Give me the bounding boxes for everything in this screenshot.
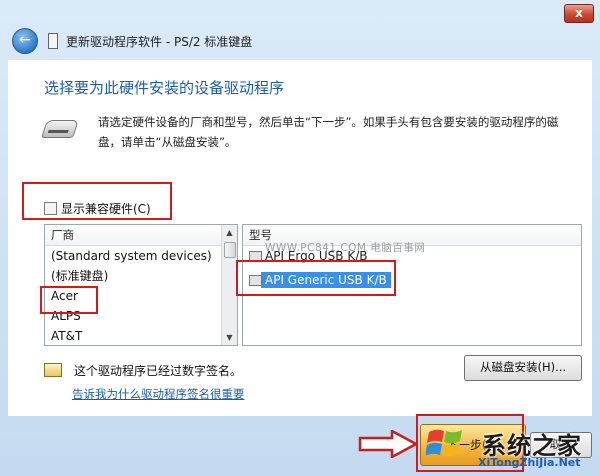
windows-logo-icon (426, 429, 462, 457)
list-item[interactable]: (Standard system devices) (45, 246, 237, 266)
highlight-box-model (236, 260, 396, 296)
wizard-titlebar: ← 更新驱动程序软件 - PS/2 标准键盘 (8, 26, 592, 58)
back-arrow-icon: ← (19, 32, 31, 48)
window-title: 更新驱动程序软件 - PS/2 标准键盘 (66, 35, 253, 49)
signature-row: 这个驱动程序已经过数字签名。 (44, 362, 242, 379)
list-item[interactable]: AT&T (45, 326, 237, 345)
list-item[interactable]: (标准键盘) (45, 266, 237, 286)
brand-watermark: 系统之家 XiTongZhiJia.Net (426, 422, 600, 470)
pointer-arrow-icon (358, 430, 418, 458)
brand-url: XiTongZhiJia.Net (478, 456, 581, 469)
scroll-thumb[interactable] (224, 242, 236, 258)
checkbox-box[interactable] (44, 202, 57, 215)
back-button[interactable]: ← (12, 28, 38, 54)
scroll-down-icon[interactable]: ▼ (222, 330, 237, 345)
wizard-footer: 下一步(N) 取消 系统之家 XiTongZhiJia.Net (8, 414, 592, 472)
wizard-window: x ← 更新驱动程序软件 - PS/2 标准键盘 选择要为此硬件安装的设备驱动程… (0, 0, 600, 476)
compat-hardware-checkbox[interactable]: 显示兼容硬件(C) (44, 200, 151, 217)
signature-text: 这个驱动程序已经过数字签名。 (74, 364, 243, 378)
manufacturer-header[interactable]: 厂商 (45, 225, 237, 246)
page-heading: 选择要为此硬件安装的设备驱动程序 (44, 79, 285, 97)
have-disk-button[interactable]: 从磁盘安装(H)... (464, 355, 582, 381)
close-button[interactable]: x (564, 4, 594, 23)
compat-label: 显示兼容硬件(C) (61, 202, 151, 216)
highlight-box-acer (40, 286, 98, 314)
page-description: 请选定硬件设备的厂商和型号，然后单击“下一步”。如果手头有包含要安装的驱动程序的… (98, 115, 559, 149)
device-icon (48, 33, 58, 49)
watermark-text: WWW.PC841.COM 电脑百事网 (265, 242, 426, 254)
manufacturer-list[interactable]: 厂商 (Standard system devices) (标准键盘) Acer… (44, 224, 238, 346)
wizard-content: 选择要为此硬件安装的设备驱动程序 请选定硬件设备的厂商和型号，然后单击“下一步”… (8, 60, 592, 416)
manufacturer-scrollbar[interactable]: ▲ ▼ (221, 225, 237, 345)
certificate-icon (44, 363, 62, 377)
signature-info-link[interactable]: 告诉我为什么驱动程序签名很重要 (72, 386, 245, 402)
scroll-up-icon[interactable]: ▲ (222, 225, 237, 240)
keyboard-icon (41, 120, 79, 138)
